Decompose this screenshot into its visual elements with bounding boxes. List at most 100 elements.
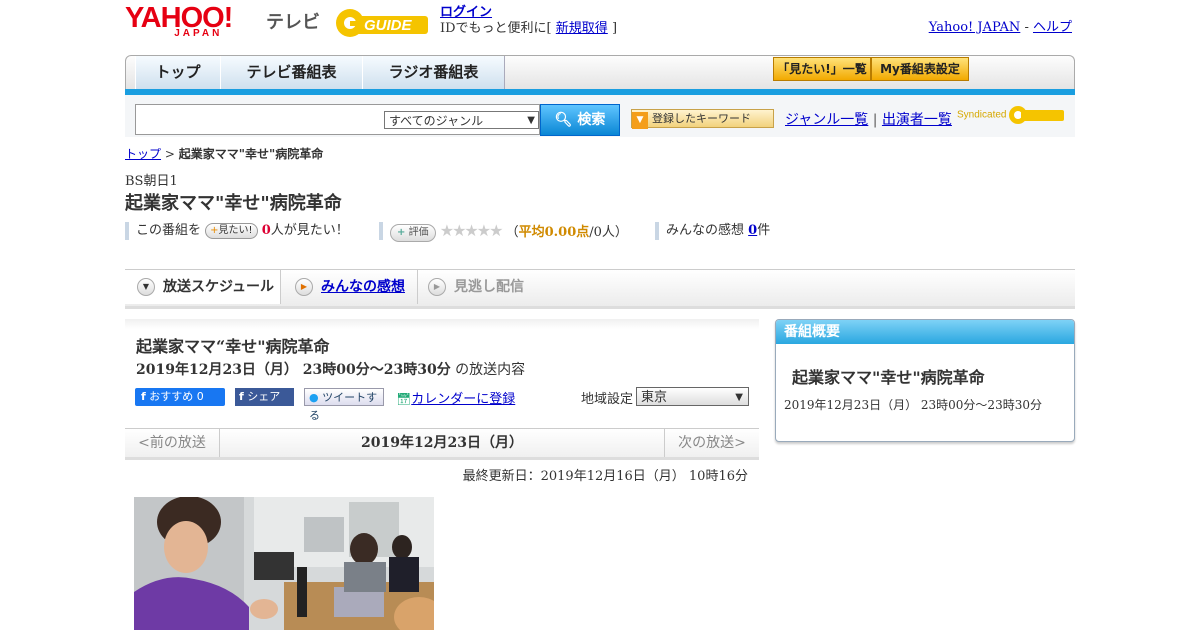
avg-suffix: /0人） bbox=[589, 225, 628, 240]
mitai-list-button[interactable]: 「見たい!」一覧 bbox=[773, 57, 871, 81]
search-button-label: 検索 bbox=[577, 112, 606, 128]
program-photo bbox=[134, 497, 434, 630]
genre-select-value: すべてのジャンル bbox=[389, 114, 484, 128]
keyword-button[interactable]: ▼ 登録したキーワード bbox=[631, 109, 774, 129]
mitai-count: 0 bbox=[261, 223, 271, 238]
login-link[interactable]: ログイン bbox=[440, 5, 492, 20]
triangle-down-icon: ▼ bbox=[632, 112, 648, 129]
dropdown-arrow-icon: ▼ bbox=[527, 115, 535, 126]
star-rating: ★★★★★ bbox=[439, 221, 504, 240]
search-button[interactable]: 🔍︎ 検索 bbox=[540, 104, 620, 136]
avg-score: 平均0.00点 bbox=[518, 225, 590, 240]
register-link[interactable]: 新規取得 bbox=[556, 21, 608, 36]
dropdown-arrow-icon: ▼ bbox=[735, 392, 743, 403]
this-program-text: この番組を bbox=[136, 223, 202, 238]
channel-name: BS朝日1 bbox=[125, 174, 178, 189]
rate-button[interactable]: + 評価 bbox=[390, 223, 436, 242]
kansou-count-link[interactable]: 0 bbox=[748, 223, 757, 238]
header-sep: - bbox=[1020, 20, 1033, 35]
facebook-icon: f bbox=[141, 390, 146, 403]
tweet-button[interactable]: ● ツイートする bbox=[304, 388, 384, 422]
rate-button-label: 評価 bbox=[408, 226, 429, 238]
current-date: 2019年12月23日（月） bbox=[361, 435, 523, 451]
svg-text:GUIDE: GUIDE bbox=[364, 17, 413, 34]
yahoo-japan-link[interactable]: Yahoo! JAPAN bbox=[929, 20, 1021, 35]
tweet-label: ツイートする bbox=[309, 391, 378, 422]
summary-title: 起業家ママ"幸せ"病院革命 bbox=[792, 368, 985, 387]
date-nav: <前の放送 2019年12月23日（月） 次の放送> bbox=[125, 428, 759, 460]
kansou-row: みんなの感想 0件 bbox=[666, 221, 770, 241]
header-links: Yahoo! JAPAN - ヘルプ bbox=[929, 16, 1072, 35]
kansou-suffix: 件 bbox=[757, 223, 771, 238]
broadcast-date-time: 2019年12月23日（月） 23時00分～23時30分 bbox=[136, 362, 451, 378]
rating-row: + 評価 ★★★★★ （平均0.00点/0人） bbox=[390, 221, 628, 242]
genre-select[interactable]: すべてのジャンル ▼ bbox=[384, 111, 539, 129]
broadcast-date: 2019年12月23日（月） 23時00分～23時30分 の放送内容 bbox=[136, 359, 525, 379]
sub-tabs: ▼ 放送スケジュール ▶ みんなの感想 ▶ 見逃し配信 bbox=[125, 269, 1075, 309]
facebook-share-button[interactable]: f シェア bbox=[235, 388, 294, 406]
facebook-recommend-button[interactable]: f おすすめ 0 bbox=[135, 388, 225, 406]
my-bangumi-button[interactable]: My番組表設定 bbox=[871, 57, 969, 81]
breadcrumb: トップ > 起業家ママ"幸せ"病院革命 bbox=[125, 145, 323, 162]
summary-heading: 番組概要 bbox=[776, 320, 1074, 344]
gguide-small-icon bbox=[1009, 106, 1065, 124]
mitai-row: この番組を +見たい! 0人が見たい！ bbox=[136, 221, 349, 241]
link-divider: | bbox=[872, 112, 878, 128]
calendar-icon: 📅︎ bbox=[396, 392, 412, 406]
prev-broadcast-link[interactable]: <前の放送 bbox=[125, 429, 220, 457]
gguide-logo[interactable]: GUIDE bbox=[334, 6, 432, 40]
broadcast-date-suffix: の放送内容 bbox=[450, 362, 526, 378]
breadcrumb-sep: > bbox=[161, 147, 179, 161]
syndicated-gguide-logo: Syndicated bbox=[957, 104, 1065, 126]
search-icon: 🔍︎ bbox=[554, 112, 573, 128]
info-bar-2 bbox=[379, 222, 383, 240]
region-select-value: 東京 bbox=[641, 390, 668, 405]
tab-kansou-label: みんなの感想 bbox=[321, 279, 405, 295]
chevron-down-icon: ▼ bbox=[137, 278, 155, 296]
keyword-button-label: 登録したキーワード bbox=[652, 112, 751, 125]
mitai-button-label: 見たい! bbox=[218, 224, 253, 236]
twitter-icon: ● bbox=[309, 391, 319, 404]
plus-icon: + bbox=[397, 226, 406, 238]
summary-date: 2019年12月23日（月） 23時00分～23時30分 bbox=[784, 398, 1042, 412]
tab-radio-bangumi[interactable]: ラジオ番組表 bbox=[362, 56, 505, 89]
kansou-label: みんなの感想 bbox=[666, 223, 745, 238]
performer-list-link[interactable]: 出演者一覧 bbox=[882, 112, 952, 128]
avg-prefix: （ bbox=[505, 225, 519, 240]
next-broadcast-link[interactable]: 次の放送> bbox=[664, 429, 759, 457]
help-link[interactable]: ヘルプ bbox=[1033, 20, 1072, 35]
program-summary-panel: 番組概要 起業家ママ"幸せ"病院革命 2019年12月23日（月） 23時00分… bbox=[775, 319, 1075, 442]
tab-kansou[interactable]: ▶ みんなの感想 bbox=[295, 270, 405, 304]
id-text: IDでもっと便利に[ bbox=[440, 21, 552, 36]
broadcast-title: 起業家ママ“幸せ"病院革命 bbox=[136, 337, 330, 356]
breadcrumb-current: 起業家ママ"幸せ"病院革命 bbox=[178, 147, 324, 161]
info-bar-1 bbox=[125, 222, 129, 240]
breadcrumb-top-link[interactable]: トップ bbox=[125, 147, 161, 161]
search-links: ジャンル一覧 | 出演者一覧 bbox=[785, 109, 952, 129]
fb-recommend-label: おすすめ 0 bbox=[149, 390, 204, 403]
syndicated-text: Syndicated bbox=[957, 109, 1007, 121]
calendar-link-label: カレンダーに登録 bbox=[411, 392, 516, 407]
tv-logo-text[interactable]: テレビ bbox=[266, 8, 320, 34]
tab-tv-bangumi[interactable]: テレビ番組表 bbox=[220, 56, 363, 89]
tab-schedule[interactable]: ▼ 放送スケジュール bbox=[125, 270, 281, 304]
program-photo-image bbox=[134, 497, 434, 630]
play-icon: ▶ bbox=[295, 278, 313, 296]
login-box: ログイン IDでもっと便利に[ 新規取得 ] bbox=[440, 5, 617, 37]
mitai-button[interactable]: +見たい! bbox=[205, 222, 258, 239]
last-updated: 最終更新日：2019年12月16日（月） 10時16分 bbox=[462, 469, 748, 484]
region-select[interactable]: 東京 ▼ bbox=[636, 387, 749, 406]
info-bar-3 bbox=[655, 222, 659, 240]
region-label: 地域設定 bbox=[581, 392, 634, 407]
fb-share-label: シェア bbox=[247, 390, 281, 403]
genre-list-link[interactable]: ジャンル一覧 bbox=[785, 112, 868, 128]
facebook-icon: f bbox=[239, 390, 244, 403]
calendar-link[interactable]: 📅︎カレンダーに登録 bbox=[396, 388, 515, 407]
tab-schedule-label: 放送スケジュール bbox=[163, 279, 275, 295]
id-text-end: ] bbox=[611, 21, 618, 36]
tab-top[interactable]: トップ bbox=[135, 56, 221, 89]
page-title: 起業家ママ"幸せ"病院革命 bbox=[125, 193, 342, 214]
tab-minogashi[interactable]: ▶ 見逃し配信 bbox=[417, 270, 524, 304]
yahoo-logo[interactable]: YAHOO! JAPAN bbox=[125, 4, 233, 40]
play-icon: ▶ bbox=[428, 278, 446, 296]
